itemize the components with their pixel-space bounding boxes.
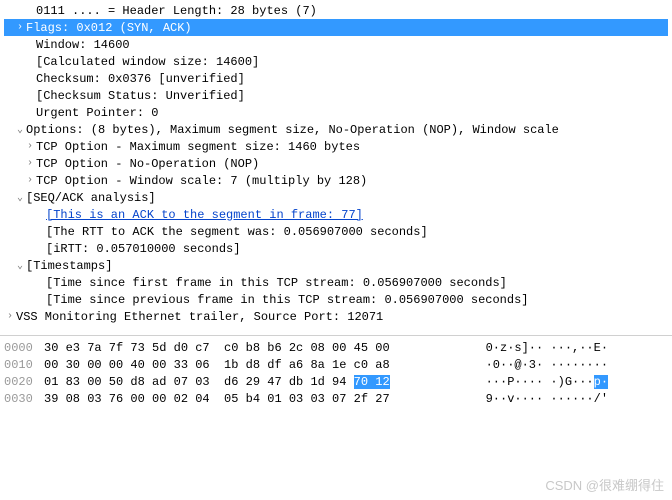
field-text: Options: (8 bytes), Maximum segment size… [26, 123, 559, 137]
packet-details-tree: 0111 .... = Header Length: 28 bytes (7) … [0, 0, 672, 331]
field-text: [The RTT to ACK the segment was: 0.05690… [46, 225, 428, 239]
hex-offset: 0020 [4, 374, 44, 391]
expand-right-icon[interactable]: › [24, 158, 36, 169]
hex-offset: 0010 [4, 357, 44, 374]
frame-link[interactable]: [This is an ACK to the segment in frame:… [46, 208, 363, 222]
expand-right-icon[interactable]: › [24, 175, 36, 186]
hex-offset: 0030 [4, 391, 44, 408]
tree-row-checksum[interactable]: Checksum: 0x0376 [unverified] [4, 70, 668, 87]
hex-ascii: ·0··@·3· ········ [464, 357, 608, 374]
field-text: [iRTT: 0.057010000 seconds] [46, 242, 240, 256]
expand-right-icon[interactable]: › [24, 141, 36, 152]
pane-divider[interactable] [0, 335, 672, 336]
expand-right-icon[interactable]: › [4, 311, 16, 322]
expand-down-icon[interactable]: ⌄ [14, 260, 26, 272]
tree-row-opt-nop[interactable]: ›TCP Option - No-Operation (NOP) [4, 155, 668, 172]
tree-row-ts-first[interactable]: [Time since first frame in this TCP stre… [4, 274, 668, 291]
field-text: Flags: 0x012 (SYN, ACK) [26, 21, 192, 35]
hex-row[interactable]: 0000 30 e3 7a 7f 73 5d d0 c7 c0 b8 b6 2c… [4, 340, 668, 357]
field-text: Checksum: 0x0376 [unverified] [36, 72, 245, 86]
field-text: [Calculated window size: 14600] [36, 55, 259, 69]
tree-row-header-length[interactable]: 0111 .... = Header Length: 28 bytes (7) [4, 2, 668, 19]
tree-row-flags[interactable]: ›Flags: 0x012 (SYN, ACK) [4, 19, 668, 36]
hex-ascii: 0·z·s]·· ···,··E· [464, 340, 608, 357]
field-text: Window: 14600 [36, 38, 130, 52]
field-text: [Time since previous frame in this TCP s… [46, 293, 528, 307]
tree-row-options[interactable]: ⌄Options: (8 bytes), Maximum segment siz… [4, 121, 668, 138]
tree-row-seqack-irtt[interactable]: [iRTT: 0.057010000 seconds] [4, 240, 668, 257]
hex-row[interactable]: 0020 01 83 00 50 d8 ad 07 03 d6 29 47 db… [4, 374, 668, 391]
expand-down-icon[interactable]: ⌄ [14, 124, 26, 136]
tree-row-seqack-ack77[interactable]: [This is an ACK to the segment in frame:… [4, 206, 668, 223]
field-text: [Checksum Status: Unverified] [36, 89, 245, 103]
tree-row-calc-window[interactable]: [Calculated window size: 14600] [4, 53, 668, 70]
watermark: CSDN @很难绷得住 [545, 475, 664, 494]
expand-down-icon[interactable]: ⌄ [14, 192, 26, 204]
field-text: TCP Option - Maximum segment size: 1460 … [36, 140, 360, 154]
field-text: VSS Monitoring Ethernet trailer, Source … [16, 310, 383, 324]
tree-row-timestamps[interactable]: ⌄[Timestamps] [4, 257, 668, 274]
field-text: [Timestamps] [26, 259, 112, 273]
hex-bytes: 01 83 00 50 d8 ad 07 03 d6 29 47 db 1d 9… [44, 374, 464, 391]
hex-ascii: ···P···· ·)G···p· [464, 374, 608, 391]
field-text: Urgent Pointer: 0 [36, 106, 158, 120]
hex-offset: 0000 [4, 340, 44, 357]
field-text: TCP Option - No-Operation (NOP) [36, 157, 259, 171]
hex-row[interactable]: 0010 00 30 00 00 40 00 33 06 1b d8 df a6… [4, 357, 668, 374]
tree-row-ts-prev[interactable]: [Time since previous frame in this TCP s… [4, 291, 668, 308]
tree-row-window[interactable]: Window: 14600 [4, 36, 668, 53]
tree-row-seqack-rtt[interactable]: [The RTT to ACK the segment was: 0.05690… [4, 223, 668, 240]
hex-bytes: 00 30 00 00 40 00 33 06 1b d8 df a6 8a 1… [44, 357, 464, 374]
field-text: [Time since first frame in this TCP stre… [46, 276, 507, 290]
field-text: 0111 .... = Header Length: 28 bytes (7) [36, 4, 317, 18]
field-text: TCP Option - Window scale: 7 (multiply b… [36, 174, 367, 188]
hex-highlight: 70 12 [354, 375, 390, 389]
tree-row-opt-ws[interactable]: ›TCP Option - Window scale: 7 (multiply … [4, 172, 668, 189]
field-text: [SEQ/ACK analysis] [26, 191, 156, 205]
ascii-highlight: p· [594, 375, 608, 389]
tree-row-vss[interactable]: ›VSS Monitoring Ethernet trailer, Source… [4, 308, 668, 325]
tree-row-urgent-pointer[interactable]: Urgent Pointer: 0 [4, 104, 668, 121]
expand-right-icon[interactable]: › [14, 22, 26, 33]
tree-row-opt-mss[interactable]: ›TCP Option - Maximum segment size: 1460… [4, 138, 668, 155]
hex-dump-pane: 0000 30 e3 7a 7f 73 5d d0 c7 c0 b8 b6 2c… [0, 338, 672, 410]
hex-row[interactable]: 0030 39 08 03 76 00 00 02 04 05 b4 01 03… [4, 391, 668, 408]
hex-bytes: 30 e3 7a 7f 73 5d d0 c7 c0 b8 b6 2c 08 0… [44, 340, 464, 357]
hex-ascii: 9··v···· ······/' [464, 391, 608, 408]
hex-bytes: 39 08 03 76 00 00 02 04 05 b4 01 03 03 0… [44, 391, 464, 408]
tree-row-seqack[interactable]: ⌄[SEQ/ACK analysis] [4, 189, 668, 206]
tree-row-checksum-status[interactable]: [Checksum Status: Unverified] [4, 87, 668, 104]
